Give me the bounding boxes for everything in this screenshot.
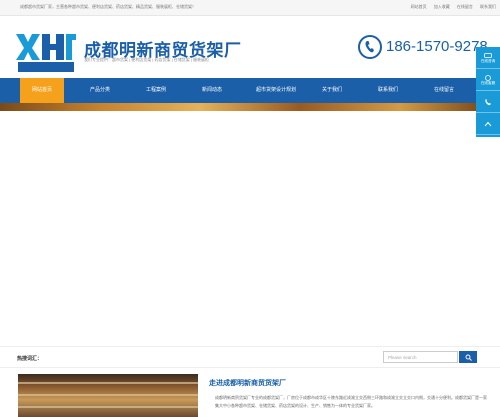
nav-item-news[interactable]: 新闻动态 — [190, 78, 234, 103]
about-photo — [18, 374, 198, 417]
top-link-favorite[interactable]: 加入收藏 — [434, 4, 450, 9]
site-intro-text: 成都超市货架厂家，主营各种超市货架、便利店货架、药店货架、精品货架、服装展柜、仓… — [20, 4, 196, 9]
hotline-number[interactable]: 186-1570-9278 — [386, 38, 488, 55]
nav-item-products[interactable]: 产品分类 — [78, 78, 122, 103]
nav-item-about[interactable]: 关于我们 — [310, 78, 354, 103]
about-title: 走进成都明新商贸货架厂 — [209, 380, 286, 387]
nav-item-contact[interactable]: 联系我们 — [366, 78, 410, 103]
logo-mark[interactable] — [14, 30, 78, 74]
search-button[interactable] — [459, 351, 477, 363]
main-nav: 网站首页 产品分类 工程案例 新闻动态 超市货架设计规划 关于我们 联系我们 在… — [0, 78, 500, 103]
search-input[interactable]: Please search — [383, 351, 458, 363]
site-header: 成都明新商贸货架厂 我们专业提供：超市货架 | 便利店货架 | 药店货架 | 仓… — [0, 16, 500, 78]
search-icon — [465, 354, 472, 361]
top-link-message[interactable]: 在线留言 — [457, 4, 473, 9]
float-consult[interactable]: 在线咨询 — [476, 47, 500, 69]
top-links: 网站首页 加入收藏 在线留言 联系我们 — [405, 4, 496, 10]
hero-banner — [0, 103, 500, 111]
nav-item-message[interactable]: 在线留言 — [422, 78, 466, 103]
phone-glyph — [365, 41, 374, 53]
top-bar: 成都超市货架厂家，主营各种超市货架、便利店货架、药店货架、精品货架、服装展柜、仓… — [0, 0, 500, 16]
about-text: 成都明新商贸货架厂专业的成都货架厂，厂房位于成都市成华区十陵东路近成渝立交西侧三… — [215, 395, 487, 408]
side-float-bar: 在线咨询 在线客服 — [476, 47, 500, 137]
top-link-home[interactable]: 网站首页 — [411, 4, 427, 9]
chevron-up-icon — [484, 121, 492, 126]
float-service[interactable]: 在线客服 — [476, 69, 500, 91]
float-service-label: 在线客服 — [480, 80, 496, 85]
logo-graphic — [16, 34, 76, 72]
float-phone[interactable] — [476, 91, 500, 113]
top-link-contact[interactable]: 联系我们 — [480, 4, 496, 9]
hot-keywords-label: 热搜词汇： — [17, 356, 43, 362]
site-subtitle: 我们专业提供：超市货架 | 便利店货架 | 药店货架 | 仓储货架 | 服装展柜 — [84, 57, 210, 62]
float-back-to-top[interactable] — [476, 113, 500, 135]
nav-item-cases[interactable]: 工程案例 — [134, 78, 178, 103]
phone-icon — [485, 98, 491, 105]
nav-item-design[interactable]: 超市货架设计规划 — [246, 78, 306, 103]
float-consult-label: 在线咨询 — [480, 58, 496, 63]
nav-item-home[interactable]: 网站首页 — [20, 78, 64, 103]
hot-keywords-bar: 热搜词汇： Please search — [0, 346, 500, 368]
phone-icon — [358, 35, 382, 59]
